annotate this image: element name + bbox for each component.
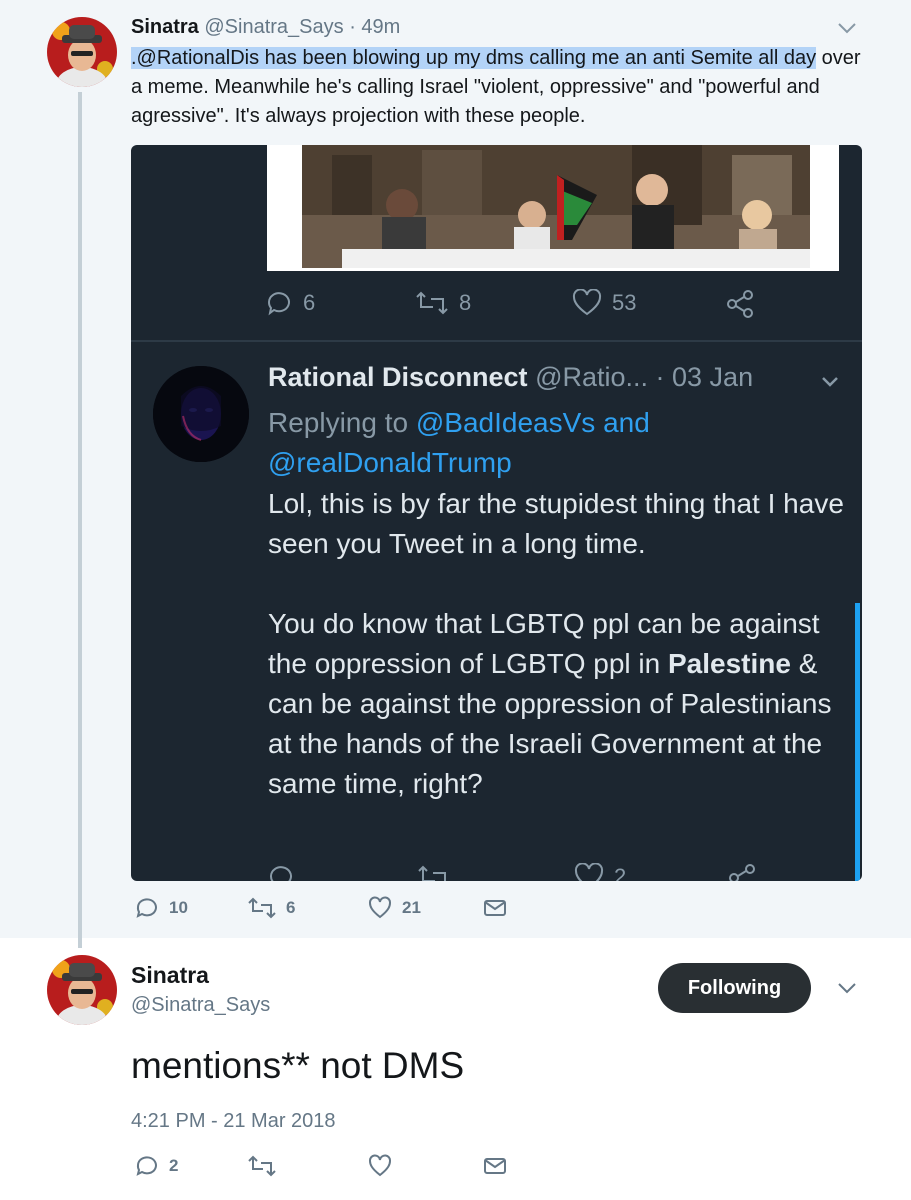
following-button[interactable]: Following: [658, 963, 811, 1013]
reply-count: 10: [169, 898, 188, 917]
retweet-icon: [418, 865, 446, 881]
chevron-down-icon[interactable]: [834, 15, 860, 41]
tweet-timestamp[interactable]: 4:21 PM - 21 Mar 2018: [131, 1110, 336, 1133]
reply-icon: [270, 866, 292, 881]
reply-icon: [136, 1156, 157, 1176]
replying-to-mention: @realDonaldTrump: [268, 447, 512, 478]
reply-count: 6: [303, 290, 316, 315]
tweet-header: Sinatra @Sinatra_Says · 49m: [131, 16, 400, 39]
thread-connector-line: [78, 92, 82, 948]
reply-button[interactable]: 10: [135, 896, 188, 920]
retweet-count: 8: [459, 290, 472, 315]
like-count: 2: [614, 864, 627, 881]
replying-to: Replying to @BadIdeasVs and @realDonaldT…: [268, 403, 828, 483]
avatar: [153, 366, 249, 462]
retweet-icon: [248, 1155, 276, 1177]
highlighted-text: .@RationalDis has been blowing up my dms…: [131, 47, 817, 69]
retweet-icon: [248, 897, 276, 919]
tweet-action-bar: 10 6 21: [131, 896, 531, 926]
chevron-down-icon: [822, 377, 838, 387]
embedded-tweet-text: Lol, this is by far the stupidest thing …: [268, 484, 853, 844]
like-button[interactable]: [368, 1154, 392, 1178]
share-icon: [729, 864, 755, 881]
tweet-action-bar: 2: [131, 1154, 531, 1184]
direct-message-button[interactable]: [483, 896, 507, 920]
reply-button[interactable]: 2: [135, 1154, 178, 1178]
embedded-photo-frame: [267, 145, 839, 271]
direct-message-button[interactable]: [483, 1154, 507, 1178]
like-count: 21: [402, 898, 421, 917]
replying-to-mention: @BadIdeasVs and: [415, 407, 650, 438]
retweet-count: 6: [286, 898, 296, 917]
reply-count: 2: [169, 1156, 179, 1175]
embedded-screenshot[interactable]: 6 8 53 Rational Disconnect @Ratio... · 0…: [131, 145, 862, 881]
embedded-paragraph: You do know that LGBTQ ppl can be agains…: [268, 604, 853, 804]
embedded-tweet-time: · 03 Jan: [655, 362, 754, 392]
tweet-text: mentions** not DMS: [131, 1045, 465, 1086]
like-icon: [369, 896, 391, 919]
like-icon: [369, 1154, 391, 1177]
author-name[interactable]: Sinatra: [131, 962, 209, 989]
tweet-time[interactable]: · 49m: [349, 16, 400, 38]
divider: [131, 340, 862, 342]
replying-prefix: Replying to: [268, 407, 416, 438]
embedded-author-handle: @Ratio...: [535, 362, 649, 392]
embedded-reply-action: 6: [265, 289, 315, 317]
scrollbar: [855, 603, 860, 881]
author-handle[interactable]: @Sinatra_Says: [204, 16, 343, 38]
embedded-like-action: 53: [572, 289, 636, 317]
retweet-icon: [416, 291, 448, 315]
tweet-text: .@RationalDis has been blowing up my dms…: [131, 44, 861, 131]
like-button[interactable]: 21: [368, 896, 421, 920]
direct-message-icon: [484, 1158, 506, 1174]
protest-photo: [302, 145, 810, 268]
avatar[interactable]: [47, 955, 117, 1025]
like-count: 53: [612, 290, 637, 315]
share-icon: [727, 290, 753, 318]
author-name[interactable]: Sinatra: [131, 16, 199, 38]
reply-icon: [268, 292, 290, 316]
avatar[interactable]: [47, 17, 117, 87]
embedded-tweet-header: Rational Disconnect @Ratio... · 03 Jan: [268, 362, 753, 393]
embedded-action-bar-cut: 2: [131, 857, 862, 881]
retweet-button[interactable]: 6: [248, 896, 295, 920]
parent-tweet[interactable]: Sinatra @Sinatra_Says · 49m .@RationalDi…: [0, 0, 911, 948]
embedded-action-bar: 6 8 53: [131, 285, 862, 325]
retweet-button[interactable]: [248, 1154, 276, 1178]
chevron-down-icon[interactable]: [834, 975, 860, 1001]
author-handle[interactable]: @Sinatra_Says: [131, 994, 270, 1017]
like-icon: [574, 863, 604, 881]
reply-icon: [136, 898, 157, 918]
direct-message-icon: [484, 900, 506, 916]
like-icon: [572, 289, 602, 316]
bold-text: Palestine: [668, 648, 791, 679]
embedded-paragraph: Lol, this is by far the stupidest thing …: [268, 488, 844, 559]
embedded-retweet-action: 8: [415, 289, 471, 317]
embedded-author-name: Rational Disconnect: [268, 362, 528, 392]
embedded-like-action: 2: [574, 863, 626, 881]
embedded-share-action: [725, 289, 755, 319]
